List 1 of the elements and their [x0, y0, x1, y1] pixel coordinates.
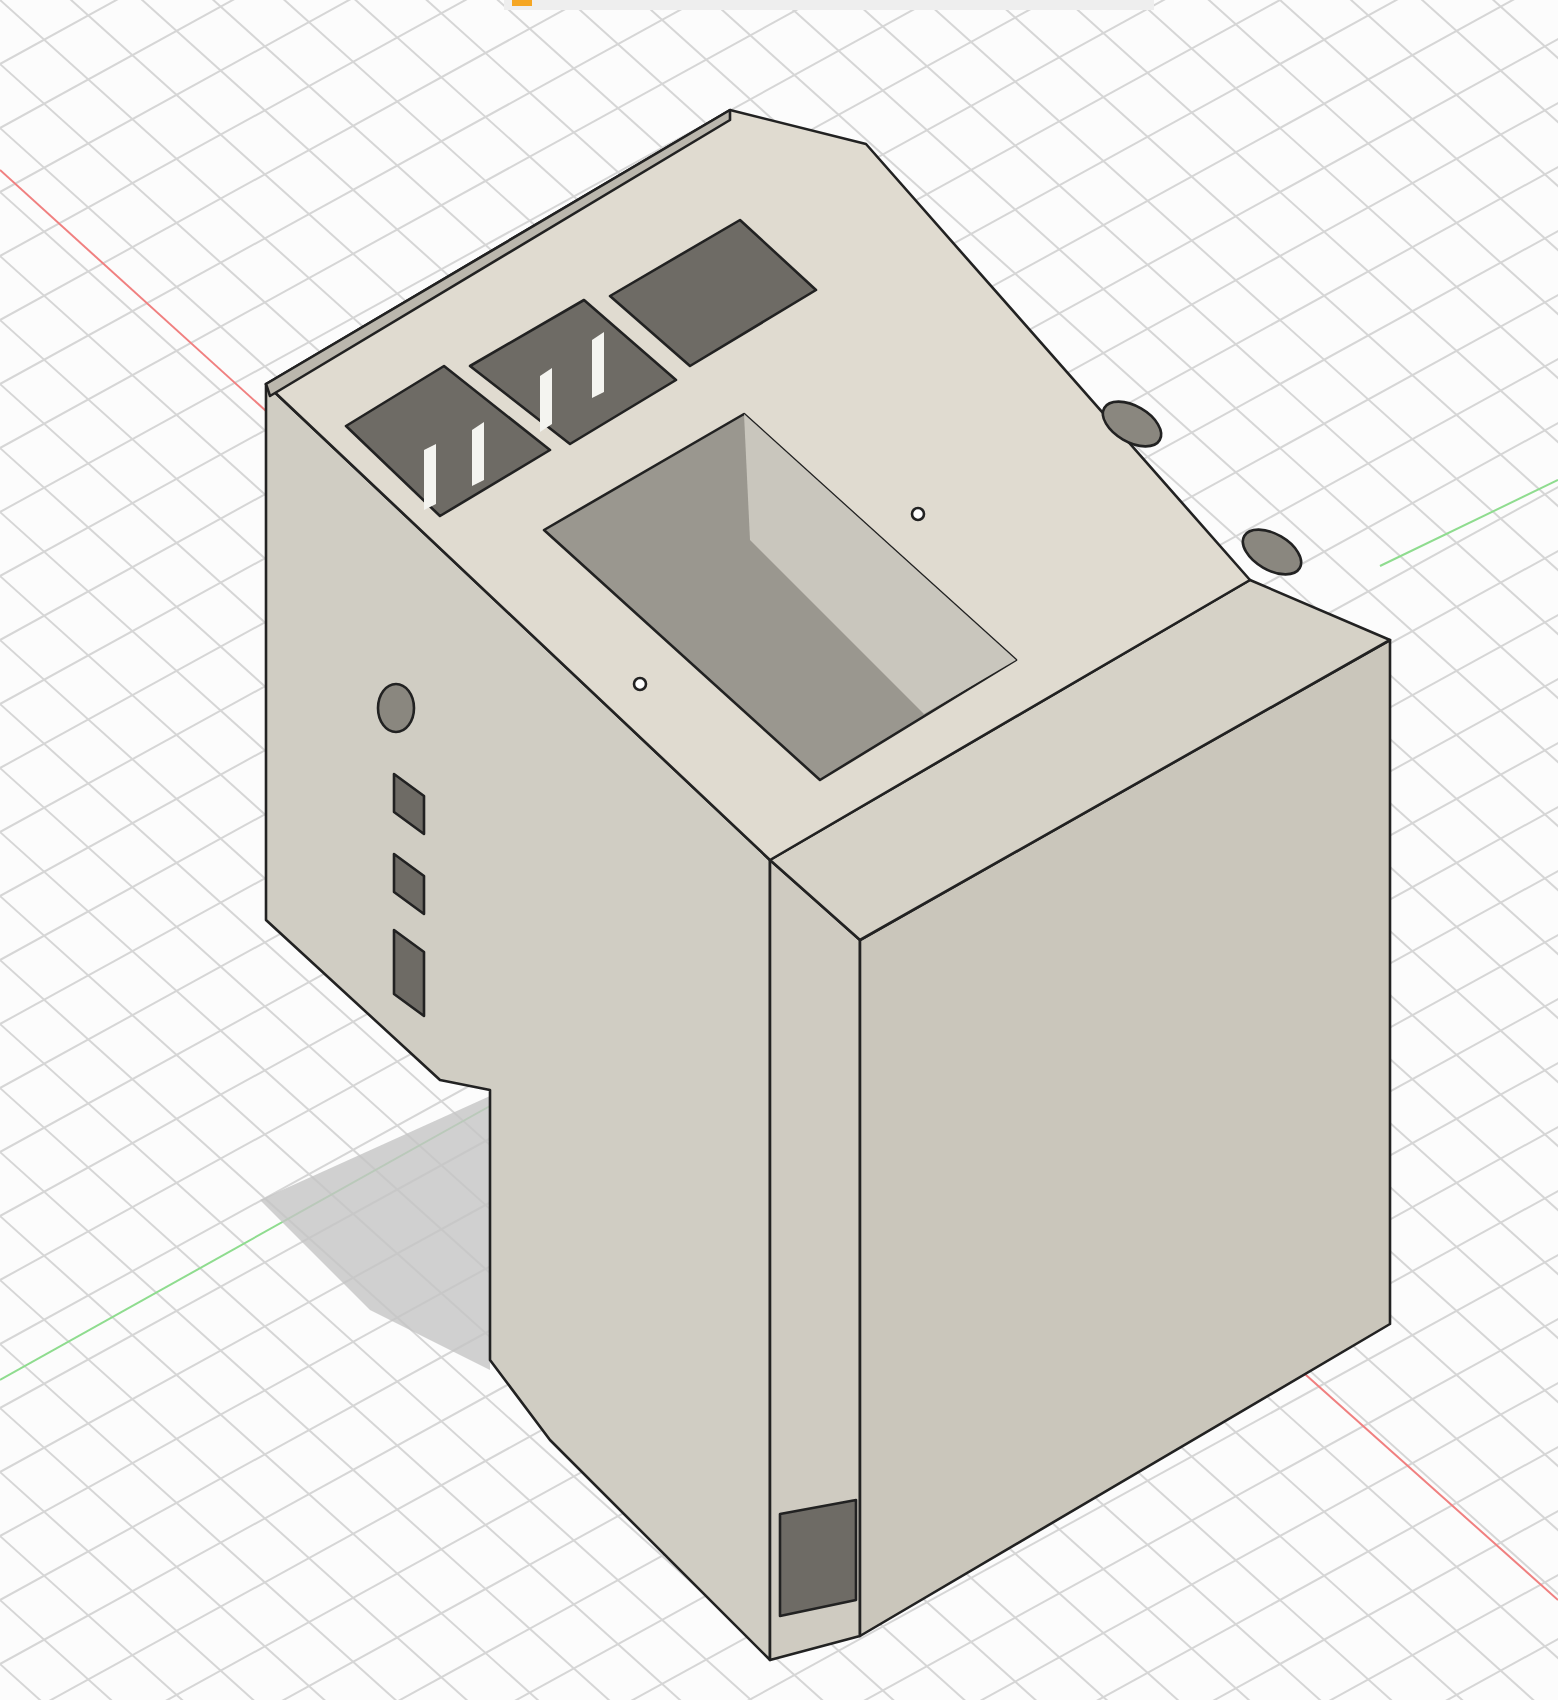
toolbar-marker-icon [512, 0, 532, 6]
